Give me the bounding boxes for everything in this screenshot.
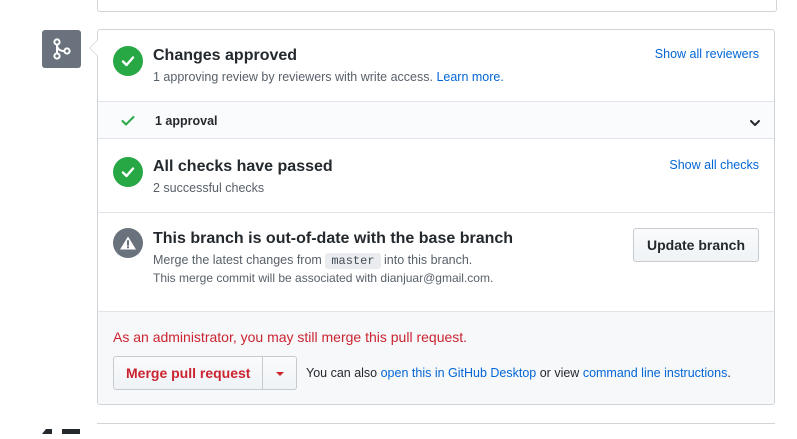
show-all-reviewers-link[interactable]: Show all reviewers	[655, 47, 759, 61]
merge-status-box: Changes approved 1 approving review by r…	[97, 29, 775, 405]
checks-passed-section: All checks have passed 2 successful chec…	[98, 139, 774, 213]
alt-suffix: .	[727, 366, 731, 380]
learn-more-link[interactable]: Learn more.	[436, 70, 503, 84]
check-circle-icon	[113, 157, 143, 187]
check-icon	[121, 114, 135, 132]
checks-title: All checks have passed	[153, 158, 333, 175]
git-merge-icon	[42, 30, 81, 68]
admin-merge-note: As an administrator, you may still merge…	[113, 329, 468, 345]
triangle-down-icon	[275, 364, 285, 382]
outdated-title: This branch is out-of-date with the base…	[153, 230, 514, 247]
outdated-line1-prefix: Merge the latest changes from	[153, 253, 322, 267]
approved-subtitle: 1 approving review by reviewers with wri…	[153, 70, 504, 84]
chevron-down-icon[interactable]	[749, 115, 761, 133]
base-branch-name: master	[325, 253, 381, 269]
next-avatar-stub	[40, 421, 84, 434]
outdated-line2: This merge commit will be associated wit…	[153, 271, 494, 285]
merge-pull-request-button[interactable]: Merge pull request	[113, 356, 264, 390]
box-pointer-fill	[90, 40, 98, 56]
previous-timeline-box	[97, 0, 777, 12]
merge-options-dropdown[interactable]	[263, 356, 298, 390]
outdated-line1-suffix: into this branch.	[384, 253, 473, 267]
approved-subtitle-text: 1 approving review by reviewers with wri…	[153, 70, 433, 84]
checks-subtitle: 2 successful checks	[153, 181, 265, 195]
open-github-desktop-link[interactable]: open this in GitHub Desktop	[381, 366, 537, 380]
merge-button-group: Merge pull request	[113, 356, 298, 390]
changes-approved-section: Changes approved 1 approving review by r…	[98, 30, 774, 102]
outdated-line1: Merge the latest changes from master int…	[153, 253, 473, 269]
show-all-checks-link[interactable]: Show all checks	[669, 158, 759, 172]
update-branch-button[interactable]: Update branch	[633, 228, 759, 262]
approval-summary-row[interactable]: 1 approval	[98, 102, 774, 139]
alt-middle: or view	[539, 366, 580, 380]
alternative-merge-text: You can also open this in GitHub Desktop…	[306, 366, 731, 380]
approved-title: Changes approved	[153, 47, 298, 64]
command-line-instructions-link[interactable]: command line instructions	[583, 366, 728, 380]
branch-outdated-section: This branch is out-of-date with the base…	[98, 213, 774, 312]
alt-prefix: You can also	[306, 366, 378, 380]
check-circle-icon	[113, 46, 143, 76]
next-timeline-box	[97, 423, 775, 430]
merge-action-section: As an administrator, you may still merge…	[98, 312, 774, 404]
approval-count-label: 1 approval	[155, 114, 218, 128]
alert-icon	[113, 228, 143, 258]
